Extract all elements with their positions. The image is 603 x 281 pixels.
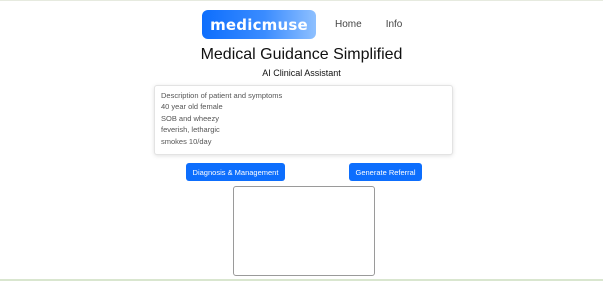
output-textarea[interactable] (233, 186, 375, 276)
brand-logo[interactable]: medicmuse (202, 10, 316, 39)
textarea-line: SOB and wheezy (161, 113, 219, 123)
textarea-line: 40 year old female (161, 102, 223, 112)
textarea-line: feverish, lethargic (161, 125, 220, 135)
app-page: medicmuse Home Info Medical Guidance Sim… (0, 0, 603, 281)
generate-referral-button[interactable]: Generate Referral (349, 163, 422, 181)
nav-link-home[interactable]: Home (335, 19, 362, 30)
symptoms-textarea[interactable]: Description of patient and symptoms 40 y… (154, 85, 453, 155)
page-subtitle: AI Clinical Assistant (262, 68, 341, 78)
textarea-line: smokes 10/day (161, 136, 212, 146)
textarea-line: Description of patient and symptoms (161, 91, 283, 100)
navbar: medicmuse Home Info (202, 10, 402, 39)
diagnosis-management-button[interactable]: Diagnosis & Management (186, 163, 285, 181)
page-title: Medical Guidance Simplified (200, 46, 403, 63)
nav-link-info[interactable]: Info (386, 19, 403, 30)
